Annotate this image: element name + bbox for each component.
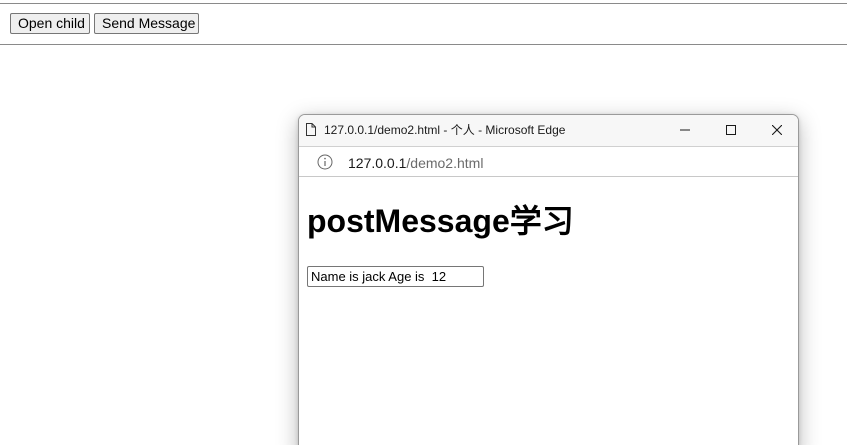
- popup-content: postMessage学习: [299, 177, 798, 445]
- popup-titlebar[interactable]: 127.0.0.1/demo2.html - 个人 - Microsoft Ed…: [299, 115, 798, 146]
- top-divider: [0, 3, 847, 4]
- maximize-icon: [726, 125, 736, 135]
- maximize-button[interactable]: [708, 115, 754, 146]
- bottom-divider: [0, 44, 847, 45]
- address-bar[interactable]: 127.0.0.1/demo2.html: [299, 146, 798, 177]
- url-path: /demo2.html: [406, 155, 484, 171]
- page-heading: postMessage学习: [307, 203, 574, 239]
- message-input[interactable]: [307, 266, 484, 287]
- minimize-icon: [680, 129, 690, 131]
- popup-title: 127.0.0.1/demo2.html - 个人 - Microsoft Ed…: [324, 123, 566, 137]
- page-icon: [306, 123, 316, 136]
- send-message-button[interactable]: Send Message: [94, 13, 199, 34]
- url-host: 127.0.0.1: [348, 155, 407, 171]
- close-icon: [772, 125, 782, 135]
- url-text[interactable]: 127.0.0.1/demo2.html: [348, 155, 483, 171]
- open-child-button[interactable]: Open child: [10, 13, 90, 34]
- child-popup-window[interactable]: 127.0.0.1/demo2.html - 个人 - Microsoft Ed…: [298, 114, 799, 445]
- info-icon[interactable]: [317, 154, 333, 170]
- close-button[interactable]: [754, 115, 798, 146]
- minimize-button[interactable]: [662, 115, 708, 146]
